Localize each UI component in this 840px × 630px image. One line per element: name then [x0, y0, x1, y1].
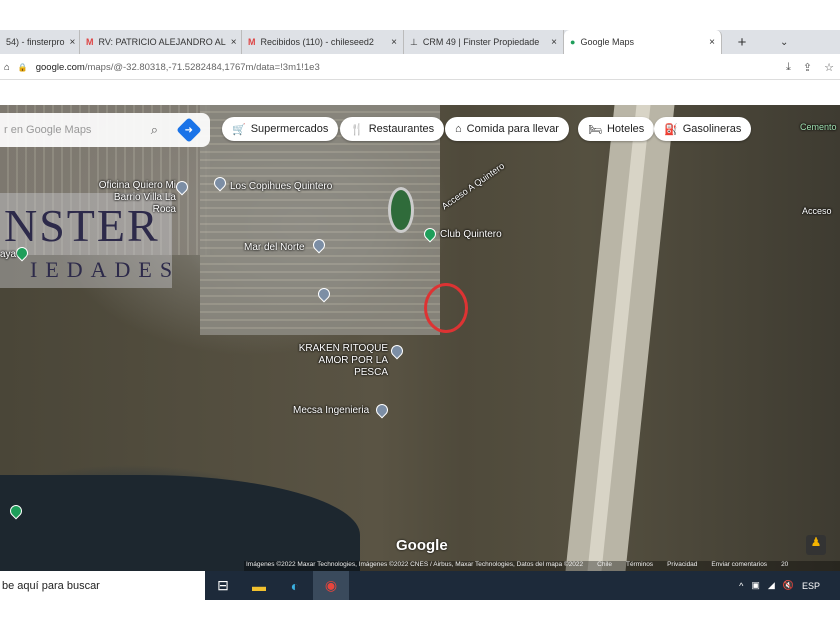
fork-knife-icon: 🍴 — [350, 123, 364, 136]
place-pin-icon[interactable] — [388, 342, 406, 360]
close-tab-icon[interactable]: × — [551, 37, 557, 48]
tab-crm[interactable]: ⊥ CRM 49 | Finster Propiedade × — [404, 30, 564, 54]
cart-icon: 🛒 — [232, 123, 246, 136]
place-label[interactable]: Mar del Norte — [244, 242, 305, 254]
task-view-icon[interactable]: ⊟ — [205, 571, 241, 600]
chip-supermercados[interactable]: 🛒 Supermercados — [222, 117, 339, 141]
feedback-link[interactable]: Enviar comentarios — [711, 561, 767, 571]
privacy-link[interactable]: Privacidad — [667, 561, 697, 571]
gmail-icon: M — [248, 37, 256, 47]
chevron-up-icon[interactable]: ^ — [739, 581, 743, 591]
search-icon[interactable]: ⌕ — [151, 122, 158, 138]
new-tab-button[interactable]: + — [722, 34, 762, 51]
maps-pin-icon: ● — [570, 37, 576, 47]
tab-google-maps[interactable]: ● Google Maps × — [564, 30, 722, 54]
place-label[interactable]: aya — [0, 249, 16, 261]
road-label: Acceso — [802, 206, 832, 216]
road-label: Acceso A Quintero — [439, 160, 507, 212]
google-logo: Google — [396, 537, 448, 554]
system-tray: ^ ▣ ◢ 🔇 ESP — [739, 580, 840, 591]
stadium — [388, 187, 414, 233]
terms-link[interactable]: Términos — [626, 561, 653, 571]
pegman-icon[interactable]: ♟ — [806, 535, 826, 555]
windows-taskbar: be aquí para buscar ⊟ ▬ ◐ ◉ ^ ▣ ◢ 🔇 ESP — [0, 571, 840, 600]
takeout-icon: ⌂ — [455, 123, 462, 135]
place-label[interactable]: Oficina Quiero Mi Barrio Villa La Roca — [90, 180, 176, 216]
satellite-map[interactable]: NSTER IEDADES r en Google Maps ⌕ ➜ 🛒 Super… — [0, 105, 840, 571]
directions-icon[interactable]: ➜ — [176, 117, 202, 143]
close-tab-icon[interactable]: × — [70, 37, 76, 48]
maps-search-input[interactable]: r en Google Maps ⌕ ➜ — [0, 113, 210, 147]
chip-restaurantes[interactable]: 🍴 Restaurantes — [340, 117, 445, 141]
chrome-icon[interactable]: ◉ — [313, 571, 349, 600]
map-attribution: Imágenes ©2022 Maxar Technologies, Imáge… — [244, 561, 840, 571]
close-tab-icon[interactable]: × — [709, 37, 715, 48]
browser-tab-bar: 54) - finsterpro × M RV: PATRICIO ALEJANDR… — [0, 30, 840, 54]
install-icon[interactable]: ⤓ — [786, 61, 791, 74]
place-label[interactable]: Club Quintero — [440, 229, 502, 241]
tab-gmail-recibidos[interactable]: M Recibidos (110) - chileseed2 × — [242, 30, 404, 54]
chip-hoteles[interactable]: 🛏 Hoteles — [578, 117, 655, 141]
tab-search-chevron-icon[interactable]: ⌄ — [780, 37, 788, 48]
place-pin-icon[interactable] — [373, 401, 391, 419]
crm-icon: ⊥ — [410, 36, 418, 47]
lock-icon: 🔒 — [17, 62, 28, 72]
region-link[interactable]: Chile — [597, 561, 612, 571]
place-label[interactable]: Cemento — [800, 121, 837, 133]
address-bar[interactable]: ⌂ 🔒 google.com/maps/@-32.80318,-71.52824… — [0, 55, 840, 80]
gmail-icon: M — [86, 37, 94, 47]
tab-gmail-rv[interactable]: M RV: PATRICIO ALEJANDRO AL × — [80, 30, 242, 54]
home-icon[interactable]: ⌂ — [4, 62, 10, 73]
chip-comida-para-llevar[interactable]: ⌂ Comida para llevar — [445, 117, 569, 141]
close-tab-icon[interactable]: × — [231, 37, 237, 48]
taskbar-search-input[interactable]: be aquí para buscar — [0, 571, 205, 600]
bookmark-star-icon[interactable]: ☆ — [824, 61, 834, 74]
language-indicator[interactable]: ESP — [802, 581, 820, 591]
edge-icon[interactable]: ◐ — [277, 571, 313, 600]
wifi-icon[interactable]: ◢ — [768, 580, 775, 591]
bed-icon: 🛏 — [588, 123, 602, 136]
place-label[interactable]: KRAKEN RITOQUE AMOR POR LA PESCA — [284, 343, 388, 379]
map-lake — [0, 475, 360, 571]
tab-finster[interactable]: 54) - finsterpro × — [0, 30, 80, 54]
close-tab-icon[interactable]: × — [391, 37, 397, 48]
share-icon[interactable]: ⇪ — [803, 61, 812, 74]
place-label[interactable]: Mecsa Ingenieria — [293, 405, 369, 417]
gas-icon: ⛽ — [664, 123, 678, 136]
place-label[interactable]: Los Copihues Quintero — [230, 181, 332, 193]
chip-gasolineras[interactable]: ⛽ Gasolineras — [654, 117, 752, 141]
file-explorer-icon[interactable]: ▬ — [241, 571, 277, 600]
volume-muted-icon[interactable]: 🔇 — [783, 580, 794, 591]
property-marker-circle — [424, 283, 468, 333]
app-tray-icon[interactable]: ▣ — [751, 580, 760, 591]
